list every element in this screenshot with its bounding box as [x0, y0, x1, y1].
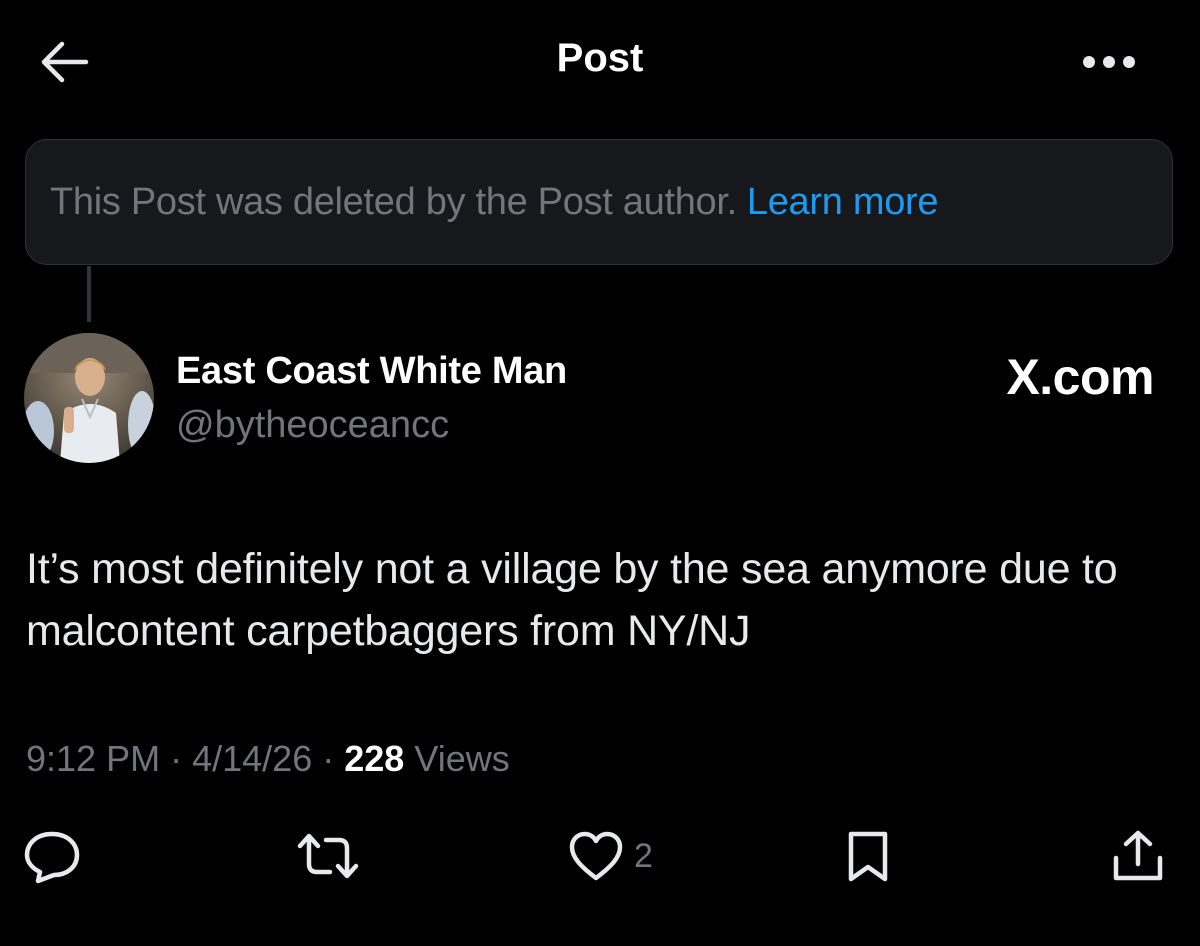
share-button[interactable] — [1110, 826, 1166, 886]
reply-icon — [24, 831, 80, 884]
top-bar: Post — [0, 0, 1200, 120]
like-count: 2 — [634, 836, 653, 875]
post-meta: 9:12 PM · 4/14/26 · 228 Views — [26, 738, 510, 780]
share-icon — [1113, 830, 1163, 881]
meta-separator: · — [322, 738, 335, 779]
more-options-button[interactable] — [1074, 44, 1144, 80]
views-label[interactable]: Views — [414, 738, 509, 779]
bookmark-button[interactable] — [842, 826, 894, 886]
repost-icon — [297, 833, 359, 879]
post-time: 9:12 PM — [26, 738, 161, 779]
more-horizontal-icon — [1083, 56, 1135, 68]
heart-icon — [569, 831, 623, 881]
like-button[interactable]: 2 — [568, 826, 653, 886]
reply-button[interactable] — [22, 826, 82, 886]
profile-photo-icon — [24, 333, 154, 463]
author-display-name[interactable]: East Coast White Man — [176, 350, 567, 393]
learn-more-link[interactable]: Learn more — [747, 181, 939, 224]
x-com-watermark: X.com — [1006, 349, 1154, 405]
deleted-notice-text: This Post was deleted by the Post author… — [50, 180, 737, 223]
meta-separator: · — [170, 738, 183, 779]
back-button[interactable] — [36, 38, 92, 86]
arrow-left-icon — [41, 41, 89, 83]
repost-button[interactable] — [296, 826, 360, 886]
views-count: 228 — [344, 738, 405, 779]
author-handle[interactable]: @bytheoceancc — [176, 404, 449, 447]
page-title: Post — [556, 36, 644, 80]
post-text: It’s most definitely not a village by th… — [26, 545, 1118, 655]
thread-connector-line — [87, 266, 91, 322]
deleted-post-notice: This Post was deleted by the Post author… — [25, 139, 1173, 265]
avatar[interactable] — [24, 333, 154, 463]
post-date: 4/14/26 — [192, 738, 313, 779]
bookmark-icon — [848, 831, 888, 882]
